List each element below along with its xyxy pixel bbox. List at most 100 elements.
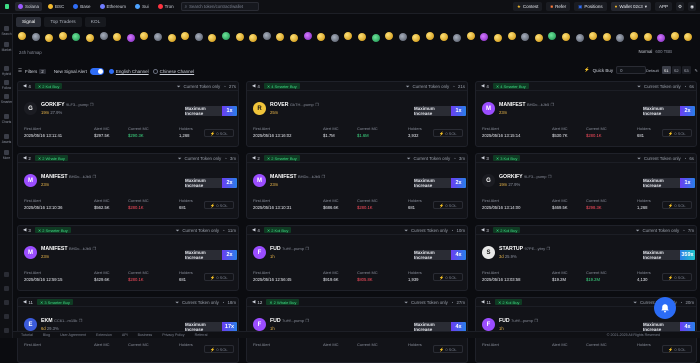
hotmap-token-icon[interactable] xyxy=(181,32,190,40)
token-name[interactable]: FUD 7uHf...pump ❐ xyxy=(270,318,309,324)
copy-icon[interactable]: ❐ xyxy=(548,174,552,179)
hotmap-token-icon[interactable] xyxy=(126,34,135,42)
chain-tron[interactable]: Tron xyxy=(155,2,177,11)
signal-card[interactable]: ◀ 4 ✕ 4 Smarter Buy ⏷ Current Token only ◔ 6s M M… xyxy=(475,81,697,147)
hotmap-token-icon[interactable] xyxy=(670,32,679,40)
social-link[interactable] xyxy=(0,314,13,320)
hotmap-token-icon[interactable] xyxy=(45,34,54,42)
hotmap-token-icon[interactable] xyxy=(99,32,108,40)
hotmap-token-icon[interactable] xyxy=(276,33,285,41)
hotmap-token-icon[interactable] xyxy=(31,33,40,41)
signal-card[interactable]: ◀ 4 ✕ 4 Smarter Buy ⏷ Current Token only ◔ 21s R… xyxy=(246,81,468,147)
signal-card[interactable]: ◀ 3 ✕ 3 Kol Buy ⏷ Current Token only ◔ 6s G GORKI… xyxy=(475,153,697,219)
preset-s3[interactable]: S3 xyxy=(681,66,691,74)
token-avatar[interactable]: M xyxy=(253,174,266,187)
token-avatar[interactable]: M xyxy=(24,246,37,259)
quick-buy-input[interactable]: 0 xyxy=(616,66,647,74)
copy-icon[interactable]: ❐ xyxy=(93,246,97,251)
hotmap-token-icon[interactable] xyxy=(453,34,462,42)
signal-card[interactable]: ◀ 4 ✕ 2 Kol Buy ⏷ Current Token only ◔ 10m F FUD … xyxy=(246,225,468,291)
signal-card[interactable]: ◀ 11 ✕ 3 Smarter Buy ⏷ Current Token only ◔ 18m… xyxy=(17,297,239,363)
sidebar-item-charts[interactable]: Charts xyxy=(0,114,13,124)
copy-icon[interactable]: ❐ xyxy=(79,318,83,323)
hotmap-token-icon[interactable] xyxy=(235,33,244,41)
buy-button[interactable]: ⚡ 0 SOL xyxy=(433,345,463,353)
token-avatar[interactable]: R xyxy=(253,102,266,115)
buy-button[interactable]: ⚡ 0 SOL xyxy=(433,129,463,137)
edit-icon[interactable]: ✎ xyxy=(692,66,700,74)
hotmap-token-icon[interactable] xyxy=(643,33,652,41)
buy-button[interactable]: ⚡ 0 SOL xyxy=(662,129,692,137)
footer-link[interactable]: User Agreement xyxy=(60,333,86,337)
hotmap-token-icon[interactable] xyxy=(72,33,81,41)
token-name[interactable]: MANIFEST BHDc...kJb5 ❐ xyxy=(270,174,325,180)
footer-link[interactable]: Referral xyxy=(195,333,208,337)
token-name[interactable]: FUD 7uHf...pump ❐ xyxy=(270,246,309,252)
wallet-button[interactable]: ● Wallet 02c3 ▾ xyxy=(610,2,651,11)
hotmap-token-icon[interactable] xyxy=(630,32,638,40)
copy-icon[interactable]: ❐ xyxy=(547,246,551,251)
signal-card[interactable]: ◀ 2 ✕ 2 Smarter Buy ⏷ Current Token only ◔ 3m M M… xyxy=(246,153,468,219)
footer-link[interactable]: Privacy Policy xyxy=(162,333,184,337)
notification-bell-button[interactable] xyxy=(654,297,676,319)
hotmap-token-icon[interactable] xyxy=(249,34,258,42)
token-name[interactable]: MANIFEST BHDc...kJb5 ❐ xyxy=(41,246,96,252)
buy-button[interactable]: ⚡ 0 SOL xyxy=(662,201,692,209)
filters-button[interactable]: Filters xyxy=(25,69,37,74)
token-avatar[interactable]: G xyxy=(24,102,37,115)
token-avatar[interactable]: G xyxy=(482,174,495,187)
sidebar-item-follow[interactable]: Follow xyxy=(0,80,13,90)
token-avatar[interactable]: F xyxy=(253,318,266,331)
hotmap-token-icon[interactable] xyxy=(439,33,448,41)
tab-kol[interactable]: KOL xyxy=(84,17,107,27)
token-avatar[interactable]: F xyxy=(482,318,495,331)
speed-normal[interactable]: Normal xyxy=(638,49,652,54)
buy-button[interactable]: ⚡ 0 SOL xyxy=(204,273,234,281)
social-link[interactable] xyxy=(0,272,13,278)
hotmap-token-icon[interactable] xyxy=(290,34,298,42)
hotmap-token-icon[interactable] xyxy=(113,33,122,41)
hotmap-token-icon[interactable] xyxy=(466,32,475,40)
hotmap-token-icon[interactable] xyxy=(602,33,611,41)
preset-s2[interactable]: S2 xyxy=(671,66,681,74)
hotmap-token-icon[interactable] xyxy=(194,33,203,41)
token-name[interactable]: MANIFEST BHDc...kJb5 ❐ xyxy=(499,102,554,108)
signal-card[interactable]: ◀ 3 ✕ 2 Kol Buy ⏷ Current Token only ◔ 7m S START… xyxy=(475,225,697,291)
sidebar-item-smarter[interactable]: Smarter xyxy=(0,94,13,104)
buy-button[interactable]: ⚡ 0 SOL xyxy=(662,345,692,353)
footer-link[interactable]: Tutorial xyxy=(21,333,33,337)
footer-link[interactable]: Blog xyxy=(43,333,50,337)
social-link[interactable] xyxy=(0,300,13,306)
chain-base[interactable]: Base xyxy=(70,2,93,11)
speed-selector[interactable]: Normal 600 TBB xyxy=(638,49,672,54)
chinese-channel-radio[interactable]: Chinese Channel xyxy=(152,68,194,74)
social-link[interactable] xyxy=(0,286,13,292)
buy-button[interactable]: ⚡ 0 SOL xyxy=(662,273,692,281)
buy-button[interactable]: ⚡ 0 SOL xyxy=(433,201,463,209)
filter-icon[interactable]: ☰ xyxy=(18,68,22,74)
buy-button[interactable]: ⚡ 0 SOL xyxy=(204,129,234,137)
hotmap-token-icon[interactable] xyxy=(385,32,394,40)
tab-signal[interactable]: Signal xyxy=(16,17,42,27)
hotmap-token-icon[interactable] xyxy=(534,34,543,42)
footer-link[interactable]: Extension xyxy=(96,333,112,337)
copy-icon[interactable]: ❐ xyxy=(305,318,309,323)
hotmap-token-icon[interactable] xyxy=(494,34,502,42)
preset-s1[interactable]: S1 xyxy=(661,66,671,74)
app-button[interactable]: APP xyxy=(655,2,673,11)
signal-card[interactable]: ◀ 2 ✕ 2 Whale Buy ⏷ Current Token only ◔ 3m M MAN… xyxy=(17,153,239,219)
chain-bsc[interactable]: BSC xyxy=(45,2,67,11)
copy-icon[interactable]: ❐ xyxy=(90,102,94,107)
token-avatar[interactable]: S xyxy=(482,246,495,259)
hotmap-token-icon[interactable] xyxy=(18,32,26,40)
hotmap-token-icon[interactable] xyxy=(412,34,421,42)
hotmap-token-icon[interactable] xyxy=(140,32,149,40)
token-name[interactable]: EKM CC61...m15k ❐ xyxy=(41,318,82,324)
sidebar-item-assets[interactable]: Assets xyxy=(0,134,13,144)
english-channel-radio[interactable]: English Channel xyxy=(108,68,149,74)
hotmap-token-icon[interactable] xyxy=(616,34,625,42)
search-input[interactable]: ⌕ Search token/contract/wallet xyxy=(180,2,259,11)
contest-button[interactable]: ★ Contest xyxy=(512,2,543,11)
hotmap-token-icon[interactable] xyxy=(317,33,326,41)
hotmap-token-icon[interactable] xyxy=(222,32,230,40)
